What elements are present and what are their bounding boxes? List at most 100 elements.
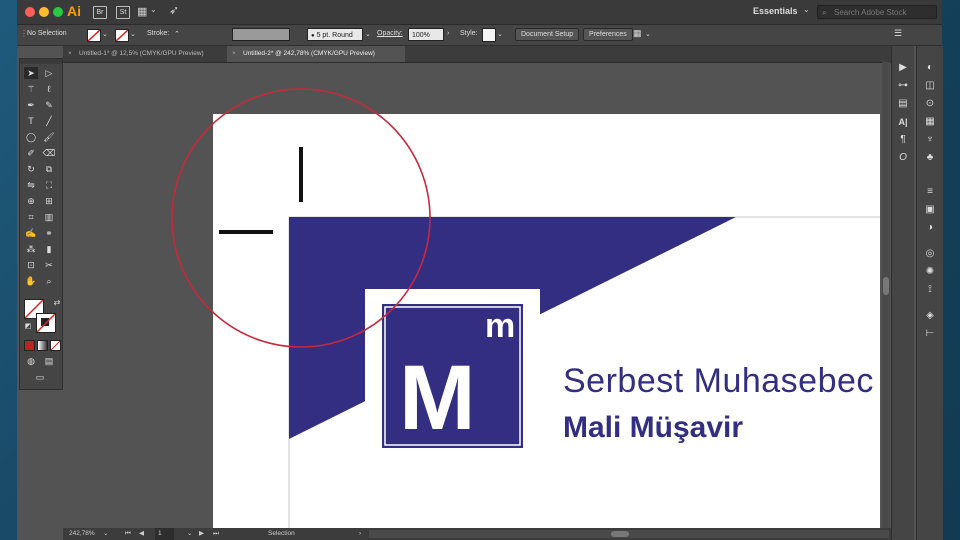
type-tool-icon[interactable]: T [24, 115, 38, 127]
close-tab-icon[interactable]: × [232, 46, 236, 62]
transform-icon[interactable]: ⟟ [922, 284, 938, 296]
style-dropdown-icon[interactable]: ⌄ [497, 30, 503, 38]
color-mode-icon[interactable] [24, 340, 35, 351]
ellipse-tool-icon[interactable]: ◯ [24, 131, 38, 143]
color-icon[interactable]: ◐ [922, 62, 938, 74]
gradient-tool-icon[interactable]: ▥ [42, 211, 56, 223]
stroke-label[interactable]: Stroke: [147, 30, 169, 37]
rocket-icon[interactable]: ➶ [169, 3, 179, 17]
tab-untitled-2[interactable]: × Untitled-2* @ 242,78% (CMYK/GPU Previe… [227, 46, 405, 62]
stroke-color-box[interactable] [36, 313, 56, 333]
opentype-icon[interactable]: O [895, 152, 911, 164]
zoom-tool-icon[interactable]: ⌕ [42, 275, 56, 287]
opacity-input[interactable]: 100% [408, 28, 444, 41]
bridge-icon[interactable]: Br [93, 6, 107, 19]
swatches-icon[interactable]: ▦ [922, 116, 938, 128]
default-fill-stroke-icon[interactable]: ◩ [21, 321, 35, 333]
play-action-icon[interactable]: ▶ [895, 62, 911, 74]
eyedropper-tool-icon[interactable]: ✍ [24, 227, 38, 239]
symbol-sprayer-tool-icon[interactable]: ⁂ [24, 243, 38, 255]
panel-menu-icon[interactable]: ☰ [894, 28, 902, 39]
rotate-tool-icon[interactable]: ↻ [24, 163, 38, 175]
symbols-icon[interactable]: ♣ [922, 152, 938, 164]
vertical-scroll-thumb[interactable] [883, 277, 889, 295]
scale-tool-icon[interactable]: ⧉ [42, 163, 56, 175]
magic-wand-tool-icon[interactable]: ⚚ [24, 83, 38, 95]
stroke-swatch[interactable] [115, 29, 129, 42]
perspective-grid-tool-icon[interactable]: ⊞ [42, 195, 56, 207]
eraser-tool-icon[interactable]: ⌫ [42, 147, 56, 159]
lasso-tool-icon[interactable]: ℓ [42, 83, 56, 95]
swap-fill-stroke-icon[interactable]: ⇄ [50, 297, 64, 309]
shape-builder-tool-icon[interactable]: ⊕ [24, 195, 38, 207]
stroke-weight-stepper-icon[interactable]: ⌃ [174, 30, 180, 38]
hand-tool-icon[interactable]: ✋ [24, 275, 38, 287]
paragraph-icon[interactable]: ¶ [895, 134, 911, 146]
close-window-button[interactable] [25, 7, 35, 17]
workspace-switcher[interactable]: Essentials [753, 6, 798, 16]
links-icon[interactable]: ⊶ [895, 80, 911, 92]
transparency-icon[interactable]: ◑ [922, 222, 938, 234]
zoom-level-field[interactable]: 242,78% [69, 528, 95, 540]
opacity-label[interactable]: Opacity: [377, 30, 403, 37]
artboards-icon[interactable]: ⊢ [922, 328, 938, 340]
minimize-window-button[interactable] [39, 7, 49, 17]
arrange-dropdown-icon[interactable]: ⌄ [645, 30, 651, 38]
image-trace-icon[interactable]: ⊙ [922, 98, 938, 110]
chevron-down-icon[interactable]: ⌄ [150, 5, 157, 14]
align-icon[interactable]: ▤ [895, 98, 911, 110]
arrange-icon[interactable]: ▦ [633, 28, 642, 39]
fill-dropdown-icon[interactable]: ⌄ [102, 30, 108, 38]
artboard-dropdown-icon[interactable]: ⌄ [187, 528, 192, 540]
preferences-button[interactable]: Preferences [583, 28, 633, 41]
brush-definition[interactable]: ● 5 pt. Round [307, 28, 363, 41]
graphic-styles-icon[interactable]: ✺ [922, 266, 938, 278]
line-tool-icon[interactable]: ╱ [42, 115, 56, 127]
edit-toolbar-icon[interactable]: ▭ [33, 371, 47, 383]
adobe-stock-search-input[interactable]: ⌕ Search Adobe Stock [817, 5, 937, 19]
none-mode-icon[interactable] [50, 340, 61, 351]
mesh-tool-icon[interactable]: ⌗ [24, 211, 38, 223]
free-transform-tool-icon[interactable]: ⛶ [42, 179, 56, 191]
fill-swatch[interactable] [87, 29, 101, 42]
vertical-scrollbar[interactable] [882, 62, 890, 532]
gradient-mode-icon[interactable] [37, 340, 48, 351]
brush-dropdown-icon[interactable]: ⌄ [365, 30, 371, 38]
last-artboard-icon[interactable]: ⏭ [213, 528, 219, 540]
shaper-tool-icon[interactable]: ✐ [24, 147, 38, 159]
brushes-icon[interactable]: ♆ [922, 134, 938, 146]
stroke-panel-icon[interactable]: ≡ [922, 186, 938, 198]
tab-untitled-1[interactable]: × Untitled-1* @ 12,5% (CMYK/GPU Preview) [63, 46, 227, 62]
opacity-arrow-icon[interactable]: › [447, 30, 449, 37]
artboard-number-field[interactable]: 1 [155, 528, 174, 540]
stock-icon[interactable]: St [116, 6, 130, 19]
curvature-tool-icon[interactable]: ✎ [42, 99, 56, 111]
next-artboard-icon[interactable]: ▶ [199, 528, 204, 540]
zoom-window-button[interactable] [53, 7, 63, 17]
variable-width-profile[interactable] [232, 28, 290, 41]
draw-mode-icon[interactable]: ◍ [24, 355, 38, 367]
character-icon[interactable]: A| [895, 116, 911, 128]
width-tool-icon[interactable]: ⇋ [24, 179, 38, 191]
horizontal-scrollbar[interactable] [369, 530, 889, 538]
appearance-icon[interactable]: ◎ [922, 248, 938, 260]
document-setup-button[interactable]: Document Setup [515, 28, 580, 41]
artboard-tool-icon[interactable]: ⊡ [24, 259, 38, 271]
screen-mode-icon[interactable]: ▤ [42, 355, 56, 367]
pen-tool-icon[interactable]: ✒ [24, 99, 38, 111]
first-artboard-icon[interactable]: ⏮ [125, 528, 131, 540]
zoom-dropdown-icon[interactable]: ⌄ [103, 528, 108, 540]
color-guide-icon[interactable]: ◫ [922, 80, 938, 92]
previous-artboard-icon[interactable]: ◀ [139, 528, 144, 540]
status-menu-icon[interactable]: › [359, 528, 361, 540]
arrange-documents-icon[interactable]: ▦ [137, 5, 147, 18]
selection-tool-icon[interactable]: ➤ [24, 67, 38, 79]
gradient-panel-icon[interactable]: ▣ [922, 204, 938, 216]
column-graph-tool-icon[interactable]: ▮ [42, 243, 56, 255]
slice-tool-icon[interactable]: ✂ [42, 259, 56, 271]
artboard[interactable]: M m Serbest Muhasebec Mali Müşavir [213, 114, 880, 528]
workspace-chevron-icon[interactable]: ⌄ [803, 5, 810, 14]
paintbrush-tool-icon[interactable]: 🖌 [42, 131, 56, 143]
blend-tool-icon[interactable]: ⚭ [42, 227, 56, 239]
horizontal-scroll-thumb[interactable] [611, 531, 629, 537]
